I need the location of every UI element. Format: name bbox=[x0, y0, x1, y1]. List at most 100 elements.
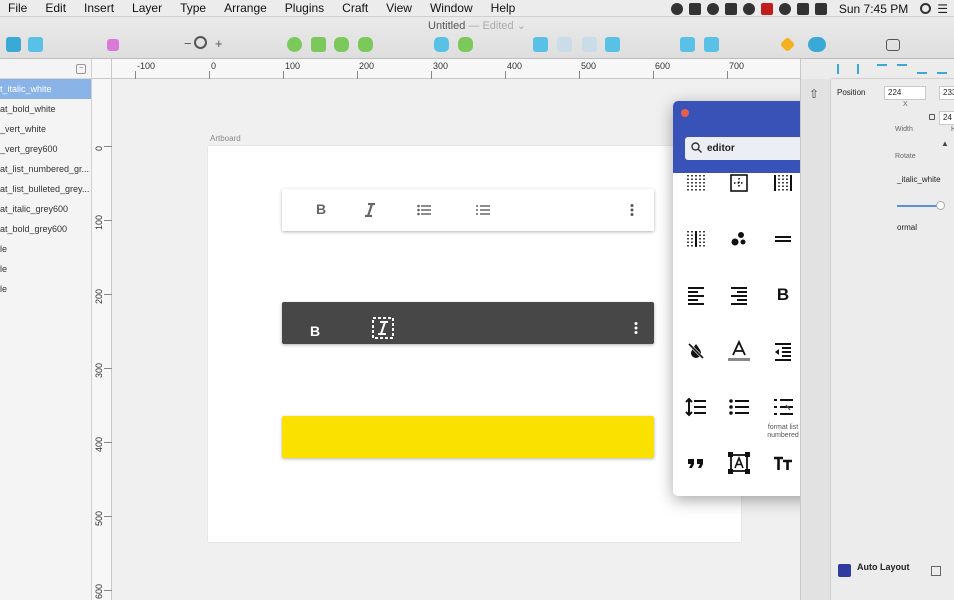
align-left-icon[interactable] bbox=[837, 64, 847, 74]
format-align-right-icon[interactable] bbox=[726, 282, 752, 308]
menu-file[interactable]: File bbox=[0, 0, 36, 17]
notification-center-icon[interactable]: ☰ bbox=[937, 2, 948, 16]
symbol-name[interactable]: _italic_white bbox=[897, 175, 941, 184]
format-bold-icon[interactable]: B bbox=[770, 282, 796, 308]
layer-item[interactable]: _vert_white bbox=[0, 119, 91, 139]
menu-window[interactable]: Window bbox=[421, 0, 482, 17]
close-icon[interactable] bbox=[681, 109, 689, 117]
artboard-label[interactable]: Artboard bbox=[210, 134, 241, 143]
menu-edit[interactable]: Edit bbox=[36, 0, 75, 17]
sync-icon[interactable] bbox=[706, 2, 719, 15]
auto-layout-label[interactable]: Auto Layout bbox=[857, 562, 910, 572]
format-color-text-icon[interactable] bbox=[726, 338, 752, 364]
layer-item[interactable]: t_italic_white bbox=[0, 79, 91, 99]
flip-icon[interactable]: ▲ bbox=[941, 139, 949, 148]
format-quote-icon[interactable] bbox=[683, 450, 709, 476]
layer-item[interactable]: at_list_numbered_gr... bbox=[0, 159, 91, 179]
sketch-icon[interactable] bbox=[779, 36, 796, 53]
app-icon[interactable] bbox=[688, 2, 701, 15]
intersect-icon[interactable] bbox=[334, 37, 349, 52]
creative-cloud-icon[interactable] bbox=[670, 2, 683, 15]
menu-craft[interactable]: Craft bbox=[333, 0, 377, 17]
border-outer-icon[interactable] bbox=[770, 170, 796, 196]
zoom-out-icon[interactable]: − bbox=[184, 36, 192, 51]
list-bulleted-icon[interactable] bbox=[417, 204, 431, 216]
bold-icon[interactable]: B bbox=[316, 201, 326, 217]
y-field[interactable]: 233 bbox=[939, 86, 954, 100]
bold-icon[interactable]: B bbox=[310, 323, 320, 339]
artboard[interactable]: B B bbox=[208, 146, 741, 542]
create-symbol-icon[interactable] bbox=[107, 39, 119, 51]
spotlight-icon[interactable] bbox=[920, 3, 932, 14]
align-icon[interactable] bbox=[533, 37, 548, 52]
format-list-bulleted-icon[interactable] bbox=[726, 394, 752, 420]
menu-view[interactable]: View bbox=[377, 0, 421, 17]
difference-icon[interactable] bbox=[358, 37, 373, 52]
zoom-in-icon[interactable]: + bbox=[215, 36, 223, 51]
toolbar-dark[interactable]: B bbox=[282, 302, 654, 344]
forward-icon[interactable] bbox=[434, 37, 449, 52]
g-icon[interactable] bbox=[742, 2, 755, 15]
ungroup-icon[interactable] bbox=[605, 37, 620, 52]
menu-type[interactable]: Type bbox=[171, 0, 215, 17]
layer-item[interactable]: at_bold_white bbox=[0, 99, 91, 119]
layout-grid-icon[interactable] bbox=[931, 566, 941, 576]
backward-icon[interactable] bbox=[458, 37, 473, 52]
layer-item[interactable]: at_list_bulleted_grey... bbox=[0, 179, 91, 199]
align-right-icon[interactable] bbox=[877, 64, 887, 74]
view-icon[interactable] bbox=[886, 39, 900, 51]
more-vert-icon[interactable] bbox=[634, 322, 638, 334]
border-inner-icon[interactable] bbox=[726, 170, 752, 196]
format-list-numbered-icon[interactable] bbox=[770, 394, 796, 420]
more-vert-icon[interactable] bbox=[630, 204, 634, 216]
slider-knob[interactable] bbox=[936, 201, 945, 210]
clock[interactable]: Sun 7:45 PM bbox=[839, 2, 908, 16]
bubble-chart-icon[interactable] bbox=[726, 226, 752, 252]
align-middle-icon[interactable] bbox=[917, 64, 927, 74]
group-icon[interactable] bbox=[582, 37, 597, 52]
layer-item[interactable]: _vert_grey600 bbox=[0, 139, 91, 159]
dropbox-icon[interactable] bbox=[724, 2, 737, 15]
distribute-icon[interactable] bbox=[557, 37, 572, 52]
border-clear-icon[interactable] bbox=[683, 226, 709, 252]
menu-plugins[interactable]: Plugins bbox=[276, 0, 333, 17]
format-color-reset-icon[interactable] bbox=[683, 338, 709, 364]
x-field[interactable]: 224 bbox=[884, 86, 926, 100]
format-shapes-icon[interactable] bbox=[726, 450, 752, 476]
volume-icon[interactable] bbox=[796, 2, 809, 15]
export-icon[interactable] bbox=[680, 37, 695, 52]
align-center-icon[interactable] bbox=[857, 64, 867, 74]
menu-help[interactable]: Help bbox=[482, 0, 525, 17]
format-align-left-icon[interactable] bbox=[683, 282, 709, 308]
format-size-icon[interactable] bbox=[770, 450, 796, 476]
record-icon[interactable] bbox=[760, 2, 773, 15]
menu-arrange[interactable]: Arrange bbox=[215, 0, 276, 17]
document-status[interactable]: — Edited ⌄ bbox=[468, 20, 526, 32]
zoom-icon[interactable] bbox=[194, 36, 207, 49]
layer-item[interactable]: le bbox=[0, 239, 91, 259]
opacity-slider[interactable] bbox=[897, 201, 945, 210]
lock-icon[interactable] bbox=[929, 114, 935, 120]
collapse-icon[interactable]: − bbox=[76, 64, 86, 74]
menu-layer[interactable]: Layer bbox=[123, 0, 171, 17]
insert-icon[interactable] bbox=[6, 37, 21, 52]
format-indent-decrease-icon[interactable] bbox=[770, 338, 796, 364]
menu-insert[interactable]: Insert bbox=[75, 0, 123, 17]
toolbar-white[interactable]: B bbox=[282, 189, 654, 231]
align-bottom-icon[interactable] bbox=[937, 64, 947, 74]
battery-icon[interactable] bbox=[814, 2, 827, 15]
border-vertical-icon[interactable] bbox=[683, 170, 709, 196]
layer-item[interactable]: at_italic_grey600 bbox=[0, 199, 91, 219]
layer-item[interactable]: le bbox=[0, 279, 91, 299]
cloud-upload-icon[interactable] bbox=[808, 37, 826, 52]
import-icon[interactable] bbox=[704, 37, 719, 52]
drag-handle-icon[interactable] bbox=[770, 226, 796, 252]
layer-item[interactable]: at_bold_grey600 bbox=[0, 219, 91, 239]
symbol-icon[interactable] bbox=[28, 37, 43, 52]
toolbar-yellow[interactable] bbox=[282, 416, 654, 458]
format-line-spacing-icon[interactable] bbox=[683, 394, 709, 420]
layer-item[interactable]: le bbox=[0, 259, 91, 279]
italic-icon[interactable] bbox=[364, 203, 376, 217]
upload-icon[interactable]: ⇧ bbox=[809, 87, 819, 101]
list-numbered-icon[interactable] bbox=[476, 204, 490, 216]
